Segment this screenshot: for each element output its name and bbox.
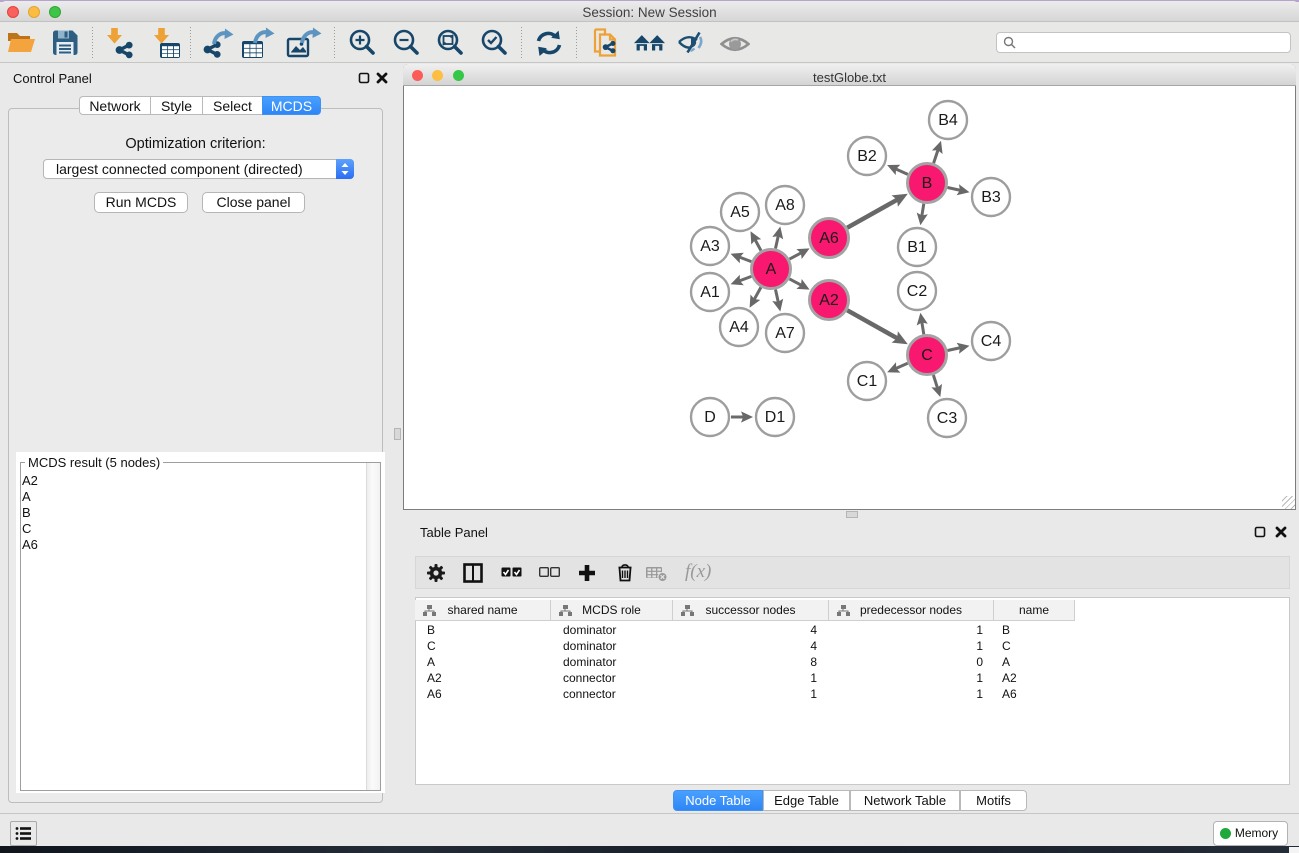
svg-text:C4: C4 xyxy=(981,333,1002,350)
svg-text:A5: A5 xyxy=(730,204,750,221)
svg-text:A4: A4 xyxy=(729,319,749,336)
svg-text:D1: D1 xyxy=(765,409,786,426)
svg-text:C: C xyxy=(921,347,933,364)
svg-text:A1: A1 xyxy=(700,284,720,301)
svg-text:B2: B2 xyxy=(857,148,877,165)
svg-text:A2: A2 xyxy=(819,292,839,309)
svg-text:A6: A6 xyxy=(819,230,839,247)
svg-text:B3: B3 xyxy=(981,189,1001,206)
svg-text:A3: A3 xyxy=(700,238,720,255)
svg-text:A8: A8 xyxy=(775,197,795,214)
svg-text:A7: A7 xyxy=(775,325,795,342)
svg-text:B4: B4 xyxy=(938,112,958,129)
svg-text:C1: C1 xyxy=(857,373,878,390)
svg-text:B: B xyxy=(922,175,933,192)
svg-text:C3: C3 xyxy=(937,410,958,427)
svg-text:A: A xyxy=(766,261,777,278)
svg-text:D: D xyxy=(704,409,716,426)
svg-text:B1: B1 xyxy=(907,239,927,256)
svg-text:C2: C2 xyxy=(907,283,928,300)
